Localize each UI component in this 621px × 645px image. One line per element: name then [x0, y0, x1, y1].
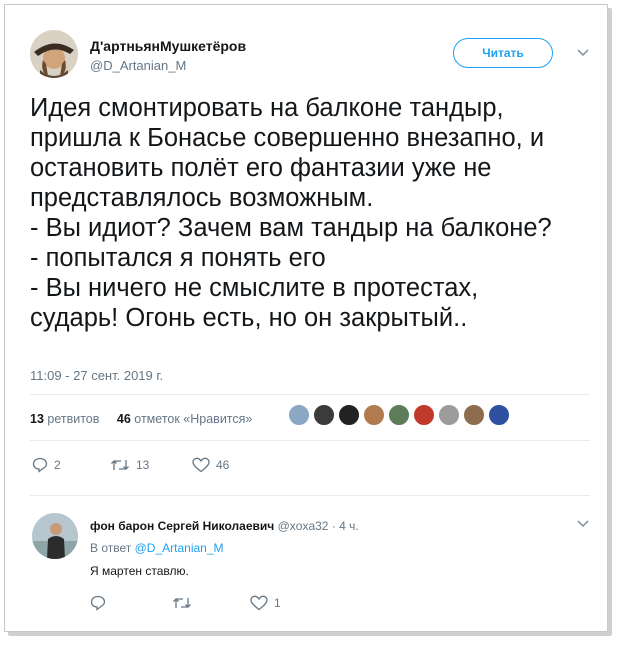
retweet-icon — [111, 460, 129, 470]
author-display-name[interactable]: Д'артньянМушкетёров — [90, 38, 246, 54]
like-count: 46 — [216, 458, 230, 472]
liker-avatar[interactable] — [338, 404, 360, 426]
chevron-down-icon[interactable] — [577, 520, 589, 528]
reply-icon — [90, 595, 106, 611]
liker-avatar[interactable] — [438, 404, 460, 426]
reply-action[interactable]: 2 — [32, 457, 61, 473]
retweet-count: 13 — [136, 458, 150, 472]
chevron-down-icon[interactable] — [577, 49, 589, 57]
divider — [30, 440, 590, 441]
liker-avatar[interactable] — [313, 404, 335, 426]
retweets-count[interactable]: 13 — [30, 412, 44, 426]
liker-avatar[interactable] — [463, 404, 485, 426]
reply-author-avatar[interactable] — [32, 513, 78, 559]
heart-icon — [192, 457, 210, 473]
reply-like-count: 1 — [274, 596, 281, 610]
tweet-stats: 13 ретвитов 46 отметок «Нравится» — [30, 412, 252, 426]
reply-to-label: В ответ — [90, 541, 132, 555]
divider — [30, 394, 590, 395]
reply-text: Я мартен ставлю. — [90, 564, 189, 578]
retweets-label[interactable]: ретвитов — [47, 412, 99, 426]
retweet-action[interactable]: 13 — [110, 457, 149, 473]
likes-count[interactable]: 46 — [117, 412, 131, 426]
liker-avatar[interactable] — [363, 404, 385, 426]
liker-avatar[interactable] — [388, 404, 410, 426]
tweet-text: Идея смонтировать на балконе тандыр, при… — [30, 94, 552, 332]
reply-like-action[interactable]: 1 — [250, 595, 281, 611]
liker-avatar[interactable] — [413, 404, 435, 426]
reply-reply-action[interactable] — [90, 595, 112, 611]
like-action[interactable]: 46 — [192, 457, 229, 473]
retweet-icon — [173, 598, 191, 608]
reply-author-handle[interactable]: @xoxa32 — [278, 519, 329, 533]
likes-label[interactable]: отметок «Нравится» — [134, 412, 252, 426]
reply-icon — [32, 457, 48, 473]
reply-time[interactable]: · 4 ч. — [328, 519, 359, 533]
follow-button[interactable]: Читать — [453, 38, 553, 68]
liker-avatar[interactable] — [488, 404, 510, 426]
reply-retweet-action[interactable] — [172, 595, 198, 611]
author-avatar[interactable] — [30, 30, 78, 78]
reply-count: 2 — [54, 458, 61, 472]
reply-author[interactable]: фон барон Сергей Николаевич @xoxa32 · 4 … — [90, 519, 359, 533]
reply-to-link[interactable]: @D_Artanian_M — [135, 541, 224, 555]
divider — [30, 495, 590, 496]
liker-avatar[interactable] — [288, 404, 310, 426]
heart-icon — [250, 595, 268, 611]
tweet-timestamp[interactable]: 11:09 - 27 сент. 2019 г. — [30, 368, 163, 383]
author-handle[interactable]: @D_Artanian_M — [90, 58, 186, 73]
reply-to: В ответ @D_Artanian_M — [90, 541, 224, 555]
reply-author-name[interactable]: фон барон Сергей Николаевич — [90, 519, 274, 533]
